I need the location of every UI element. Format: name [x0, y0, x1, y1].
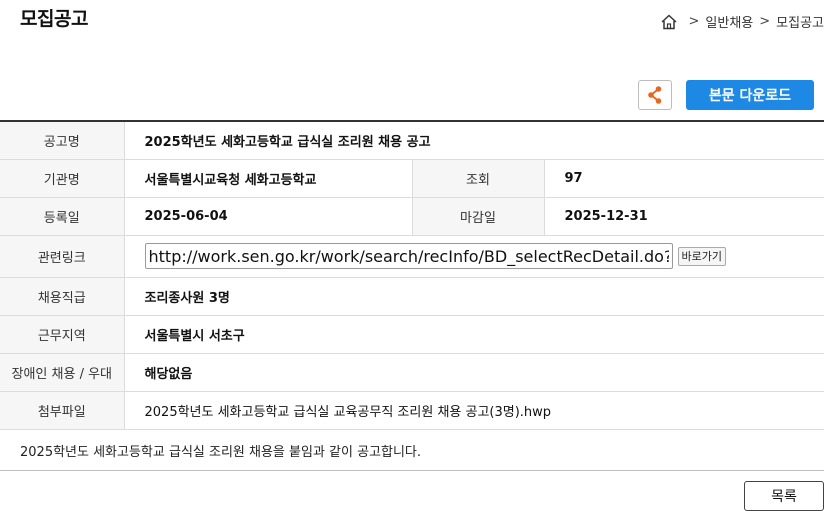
attachment-label: 첨부파일: [0, 391, 125, 430]
registered-date-label: 등록일: [0, 197, 125, 236]
related-link-field[interactable]: [144, 243, 673, 269]
work-region-value: 서울특별시 서초구: [124, 315, 824, 354]
go-link-button[interactable]: 바로가기: [677, 246, 726, 266]
table-row: 관련링크 바로가기: [0, 235, 824, 278]
views-label: 조회: [412, 159, 545, 198]
disability-hiring-label: 장애인 채용 / 우대: [0, 353, 125, 392]
attachment-file-link[interactable]: 2025학년도 세화고등학교 급식실 교육공무직 조리원 채용 공고(3명).h…: [124, 391, 824, 430]
job-posting-details-table: 공고명 2025학년도 세화고등학교 급식실 조리원 채용 공고 기관명 서울특…: [0, 120, 824, 430]
download-body-button[interactable]: 본문 다운로드: [686, 80, 814, 110]
disability-hiring-value: 해당없음: [124, 353, 824, 392]
table-row: 채용직급 조리종사원 3명: [0, 277, 824, 316]
position-label: 채용직급: [0, 277, 125, 316]
related-link-label: 관련링크: [0, 235, 125, 278]
list-button[interactable]: 목록: [744, 481, 824, 511]
work-region-label: 근무지역: [0, 315, 125, 354]
table-row: 장애인 채용 / 우대 해당없음: [0, 353, 824, 392]
breadcrumb-item-general-hiring[interactable]: 일반채용: [705, 12, 753, 31]
views-value: 97: [544, 159, 824, 198]
deadline-label: 마감일: [412, 197, 545, 236]
agency-label: 기관명: [0, 159, 125, 198]
registered-date-value: 2025-06-04: [124, 197, 413, 236]
table-row: 공고명 2025학년도 세화고등학교 급식실 조리원 채용 공고: [0, 121, 824, 160]
title-label: 공고명: [0, 121, 125, 160]
breadcrumb-separator: >: [688, 14, 700, 29]
share-icon: [648, 86, 662, 104]
breadcrumb-item-recruitment[interactable]: 모집공고: [776, 12, 824, 31]
breadcrumb-separator: >: [759, 14, 771, 29]
deadline-value: 2025-12-31: [544, 197, 824, 236]
page-title: 모집공고: [20, 8, 88, 30]
table-row: 등록일 2025-06-04 마감일 2025-12-31: [0, 197, 824, 236]
title-value: 2025학년도 세화고등학교 급식실 조리원 채용 공고: [124, 121, 824, 160]
related-link-cell: 바로가기: [124, 235, 824, 278]
posting-body-text: 2025학년도 세화고등학교 급식실 조리원 채용을 붙임과 같이 공고합니다.: [0, 431, 824, 471]
home-icon[interactable]: [660, 13, 678, 31]
breadcrumb: > 일반채용 > 모집공고: [660, 12, 824, 31]
agency-value: 서울특별시교육청 세화고등학교: [124, 159, 413, 198]
position-value: 조리종사원 3명: [124, 277, 824, 316]
table-row: 기관명 서울특별시교육청 세화고등학교 조회 97: [0, 159, 824, 198]
table-row: 근무지역 서울특별시 서초구: [0, 315, 824, 354]
share-button[interactable]: [638, 80, 672, 110]
table-row: 첨부파일 2025학년도 세화고등학교 급식실 교육공무직 조리원 채용 공고(…: [0, 391, 824, 430]
